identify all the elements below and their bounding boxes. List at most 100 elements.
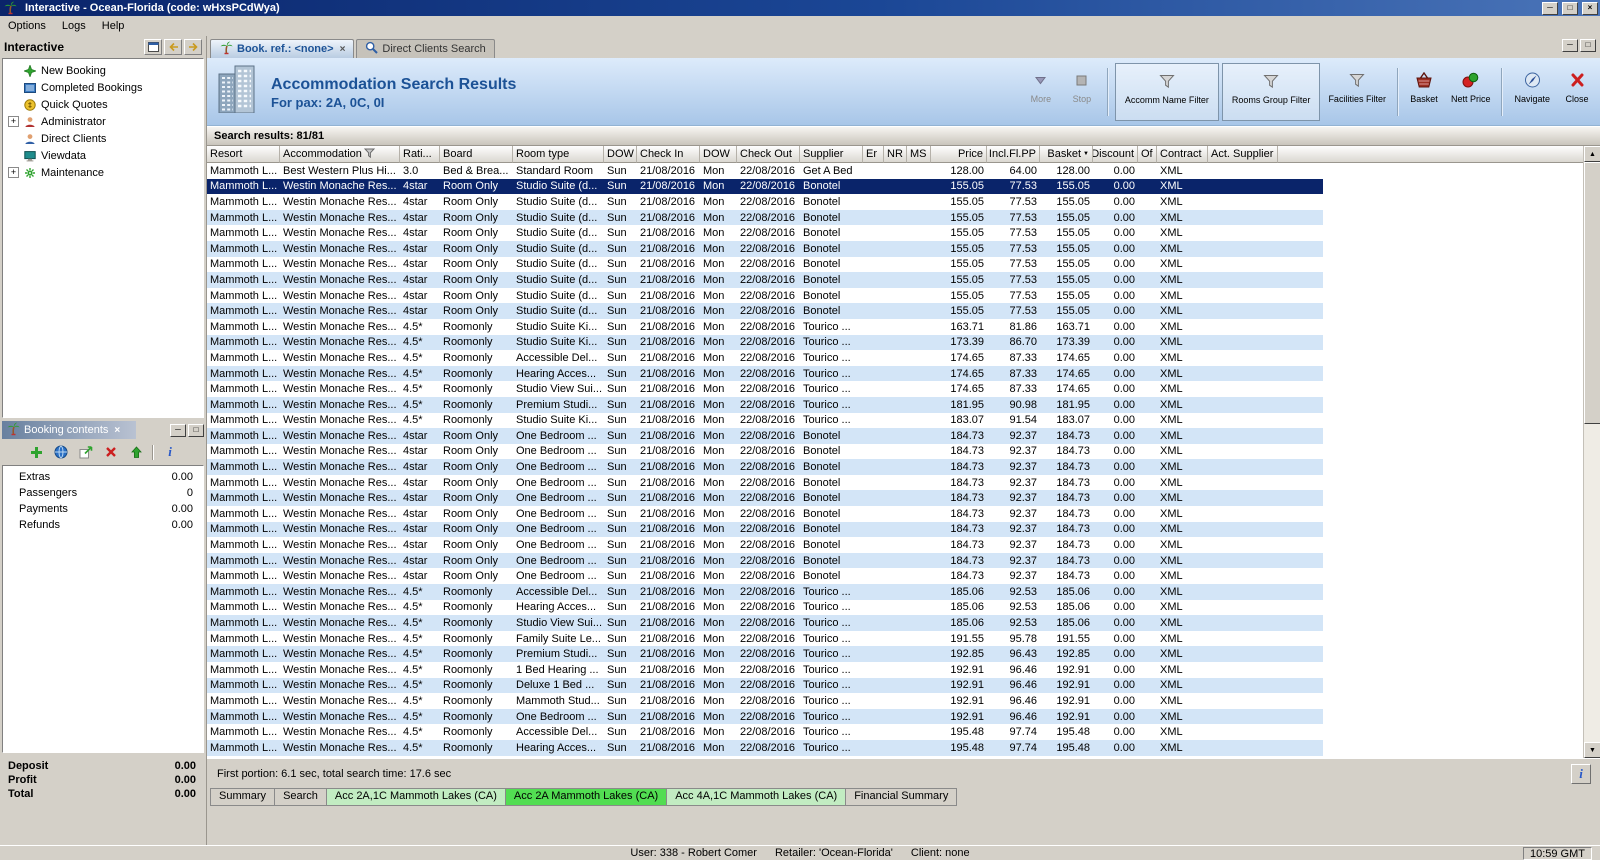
table-row[interactable]: Mammoth L... Westin Monache Res... 4star Ro…: [207, 444, 1323, 460]
table-row[interactable]: Mammoth L... Westin Monache Res... 4star Ro…: [207, 272, 1323, 288]
tab-direct-clients-search[interactable]: Direct Clients Search: [356, 39, 495, 58]
bottom-tab-search[interactable]: Search: [274, 788, 327, 806]
menu-logs[interactable]: Logs: [54, 17, 94, 35]
sidebar-item-quick-quotes[interactable]: +Quick Quotes: [3, 96, 203, 113]
bottom-tab-acc-4a-1c-mammoth-lakes-ca-[interactable]: Acc 4A,1C Mammoth Lakes (CA): [666, 788, 847, 806]
export-icon[interactable]: [77, 444, 95, 461]
table-row[interactable]: Mammoth L... Westin Monache Res... 4star Ro…: [207, 568, 1323, 584]
table-row[interactable]: Mammoth L... Westin Monache Res... 4star Ro…: [207, 288, 1323, 304]
table-row[interactable]: Mammoth L... Westin Monache Res... 4.5* Roo…: [207, 396, 1323, 413]
info-icon[interactable]: i: [161, 444, 179, 461]
column-header-supplier[interactable]: Supplier: [800, 146, 863, 163]
column-header-price[interactable]: Price: [931, 146, 987, 163]
nett-price-button[interactable]: Nett Price: [1446, 63, 1496, 121]
sidebar-item-new-booking[interactable]: +New Booking: [3, 62, 203, 79]
table-row[interactable]: Mammoth L... Westin Monache Res... 4star Ro…: [207, 428, 1323, 444]
table-row[interactable]: Mammoth L... Westin Monache Res... 4.5* Roo…: [207, 677, 1323, 694]
maximize-button[interactable]: □: [1562, 1, 1578, 15]
vertical-scrollbar[interactable]: ▲ ▼: [1583, 146, 1600, 758]
table-row[interactable]: Mammoth L... Westin Monache Res... 4star Ro…: [207, 475, 1323, 491]
scroll-down-button[interactable]: ▼: [1584, 742, 1600, 758]
navigate-button[interactable]: Navigate: [1509, 63, 1555, 121]
column-header-check-in[interactable]: Check In: [637, 146, 700, 163]
bottom-tab-financial-summary[interactable]: Financial Summary: [845, 788, 958, 806]
facilities-filter-button[interactable]: Facilities Filter: [1323, 63, 1391, 121]
table-row[interactable]: Mammoth L... Best Western Plus Hi... 3.0 Be…: [207, 163, 1323, 179]
table-row[interactable]: Mammoth L... Westin Monache Res... 4.5* Roo…: [207, 413, 1323, 429]
table-row[interactable]: Mammoth L... Westin Monache Res... 4star Ro…: [207, 240, 1323, 257]
table-row[interactable]: Mammoth L... Westin Monache Res... 4.5* Roo…: [207, 646, 1323, 662]
table-row[interactable]: Mammoth L... Westin Monache Res... 4.5* Roo…: [207, 724, 1323, 740]
sidebar-item-administrator[interactable]: + Administrator: [3, 113, 203, 130]
sidebar-item-viewdata[interactable]: +Viewdata: [3, 147, 203, 164]
up-arrow-icon[interactable]: [127, 444, 145, 461]
rooms-group-filter-button[interactable]: Rooms Group Filter: [1221, 63, 1321, 121]
table-row[interactable]: Mammoth L... Westin Monache Res... 4.5* Roo…: [207, 365, 1323, 382]
column-header-accommodation[interactable]: Accommodation: [280, 146, 400, 163]
table-row[interactable]: Mammoth L... Westin Monache Res... 4star Ro…: [207, 459, 1323, 475]
column-header-basket[interactable]: Basket ▼: [1040, 146, 1093, 163]
column-header-incl-fl-pp[interactable]: Incl.Fl.PP: [987, 146, 1040, 163]
table-row[interactable]: Mammoth L... Westin Monache Res... 4.5* Roo…: [207, 350, 1323, 366]
table-row[interactable]: Mammoth L... Westin Monache Res... 4star Ro…: [207, 490, 1323, 507]
table-row[interactable]: Mammoth L... Westin Monache Res... 4star Ro…: [207, 225, 1323, 241]
column-header-rati-[interactable]: Rati...: [400, 146, 440, 163]
booking-contents-tab[interactable]: Booking contents ×: [2, 421, 136, 439]
bottom-tab-acc-2a-mammoth-lakes-ca-[interactable]: Acc 2A Mammoth Lakes (CA): [504, 788, 668, 806]
table-row[interactable]: Mammoth L... Westin Monache Res... 4.5* Roo…: [207, 584, 1323, 600]
column-header-board[interactable]: Board: [440, 146, 513, 163]
basket-button[interactable]: Basket: [1405, 63, 1443, 121]
sidebar-item-direct-clients[interactable]: +Direct Clients: [3, 130, 203, 147]
bottom-tab-acc-2a-1c-mammoth-lakes-ca-[interactable]: Acc 2A,1C Mammoth Lakes (CA): [325, 788, 506, 806]
column-header-act-supplier[interactable]: Act. Supplier: [1208, 146, 1278, 163]
column-header-dow[interactable]: DOW: [700, 146, 737, 163]
expand-toggle[interactable]: +: [8, 116, 19, 127]
menu-options[interactable]: Options: [0, 17, 54, 35]
sidebar-item-completed-bookings[interactable]: +Completed Bookings: [3, 79, 203, 96]
bottom-tab-summary[interactable]: Summary: [210, 788, 276, 806]
expand-toggle[interactable]: +: [8, 167, 19, 178]
menu-help[interactable]: Help: [94, 17, 133, 35]
minimize-button[interactable]: ─: [1542, 1, 1558, 15]
booking-contents-row[interactable]: Refunds 0.00: [3, 517, 203, 533]
table-row[interactable]: Mammoth L... Westin Monache Res... 4.5* Roo…: [207, 739, 1323, 756]
scroll-up-button[interactable]: ▲: [1584, 146, 1600, 162]
delete-icon[interactable]: [102, 444, 120, 461]
close-results-button[interactable]: Close: [1558, 63, 1596, 121]
column-header-contract[interactable]: Contract: [1157, 146, 1208, 163]
table-row[interactable]: Mammoth L... Westin Monache Res... 4star Ro…: [207, 506, 1323, 522]
close-button[interactable]: ×: [1582, 1, 1598, 15]
table-row[interactable]: Mammoth L... Westin Monache Res... 4.5* Roo…: [207, 334, 1323, 351]
table-row[interactable]: Mammoth L... Westin Monache Res... 4star Ro…: [207, 521, 1323, 538]
sidebar-item-maintenance[interactable]: + Maintenance: [3, 164, 203, 181]
table-row[interactable]: Mammoth L... Westin Monache Res... 4star Ro…: [207, 537, 1323, 553]
booking-contents-row[interactable]: Passengers 0: [3, 485, 203, 501]
stop-button[interactable]: Stop: [1063, 63, 1101, 121]
mdi-minimize-button[interactable]: ─: [1562, 39, 1578, 52]
table-row[interactable]: Mammoth L... Westin Monache Res... 4star Ro…: [207, 209, 1323, 226]
column-header-dow[interactable]: DOW: [604, 146, 637, 163]
column-header-room-type[interactable]: Room type: [513, 146, 604, 163]
info-button[interactable]: i: [1571, 764, 1591, 784]
close-icon[interactable]: ×: [114, 425, 120, 436]
table-row[interactable]: Mammoth L... Westin Monache Res... 4.5* Roo…: [207, 615, 1323, 631]
table-row[interactable]: Mammoth L... Westin Monache Res... 4star Ro…: [207, 194, 1323, 210]
add-icon[interactable]: [27, 444, 45, 461]
table-row[interactable]: Mammoth L... Westin Monache Res... 4.5* Roo…: [207, 631, 1323, 647]
dock-right-button[interactable]: [184, 39, 202, 55]
table-row[interactable]: Mammoth L... Westin Monache Res... 4star Ro…: [207, 257, 1323, 273]
tab-booking-ref[interactable]: Book. ref.: <none> ×: [210, 39, 355, 58]
tab-close-icon[interactable]: ×: [340, 44, 346, 55]
column-header-ms[interactable]: MS: [907, 146, 931, 163]
accomm-name-filter-button[interactable]: Accomm Name Filter: [1114, 63, 1219, 121]
table-row[interactable]: Mammoth L... Westin Monache Res... 4star Ro…: [207, 552, 1323, 569]
column-header-of[interactable]: Of: [1138, 146, 1157, 163]
mdi-restore-button[interactable]: □: [1580, 39, 1596, 52]
table-row[interactable]: Mammoth L... Westin Monache Res... 4.5* Roo…: [207, 319, 1323, 335]
table-row[interactable]: Mammoth L... Westin Monache Res... 4.5* Roo…: [207, 693, 1323, 709]
panel-pin-button[interactable]: [144, 39, 162, 55]
table-row[interactable]: Mammoth L... Westin Monache Res... 4star Ro…: [207, 303, 1323, 319]
table-row[interactable]: Mammoth L... Westin Monache Res... 4.5* Roo…: [207, 708, 1323, 725]
more-button[interactable]: More: [1022, 63, 1060, 121]
globe-icon[interactable]: [52, 444, 70, 461]
